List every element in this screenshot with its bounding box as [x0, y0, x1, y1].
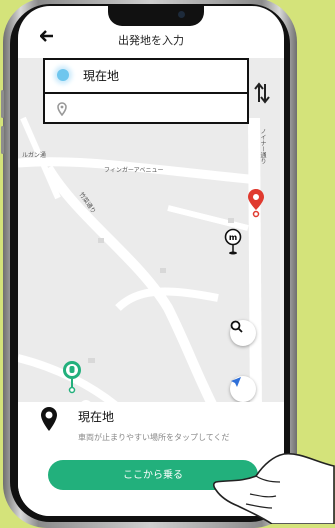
search-button[interactable]: [230, 320, 256, 346]
header: 出発地を入力: [18, 26, 284, 54]
current-location-dot-icon: [57, 69, 69, 81]
swap-button[interactable]: [254, 82, 270, 109]
pickup-hint: 車両が止まりやすい場所をタップしてくだ: [78, 433, 230, 442]
locate-button[interactable]: [230, 376, 256, 402]
metro-pin-icon[interactable]: m: [224, 228, 242, 256]
pickup-place-name: 現在地: [78, 410, 115, 424]
origin-label: 現在地: [83, 69, 120, 83]
search-icon: [230, 320, 243, 333]
black-pin-icon: [41, 407, 57, 431]
app-screen: 出発地を入力 ルガン通 フィンガーアベニュー ノイナー通り 竹菜通り m 現在地…: [18, 6, 284, 516]
volume-down-button: [1, 126, 4, 154]
svg-text:m: m: [229, 233, 237, 242]
street-label-avenue: フィンガーアベニュー: [104, 167, 164, 174]
hand-pointer-icon: [212, 452, 335, 524]
front-camera: [178, 11, 185, 18]
notch: [108, 6, 204, 26]
origin-field[interactable]: 現在地: [45, 60, 247, 94]
page-title: 出発地を入力: [118, 34, 184, 47]
red-pin-icon[interactable]: [247, 188, 265, 218]
destination-field[interactable]: [57, 101, 67, 120]
navigation-arrow-icon: [231, 377, 241, 387]
street-label-vertical: ノイナー通り: [259, 128, 266, 164]
location-pin-icon: [57, 102, 67, 117]
street-label-left: ルガン通: [22, 152, 46, 159]
volume-up-button: [1, 90, 4, 118]
green-hand-pin-icon[interactable]: [62, 360, 82, 394]
swap-vertical-icon: [254, 82, 270, 104]
address-box: 現在地: [43, 58, 249, 124]
